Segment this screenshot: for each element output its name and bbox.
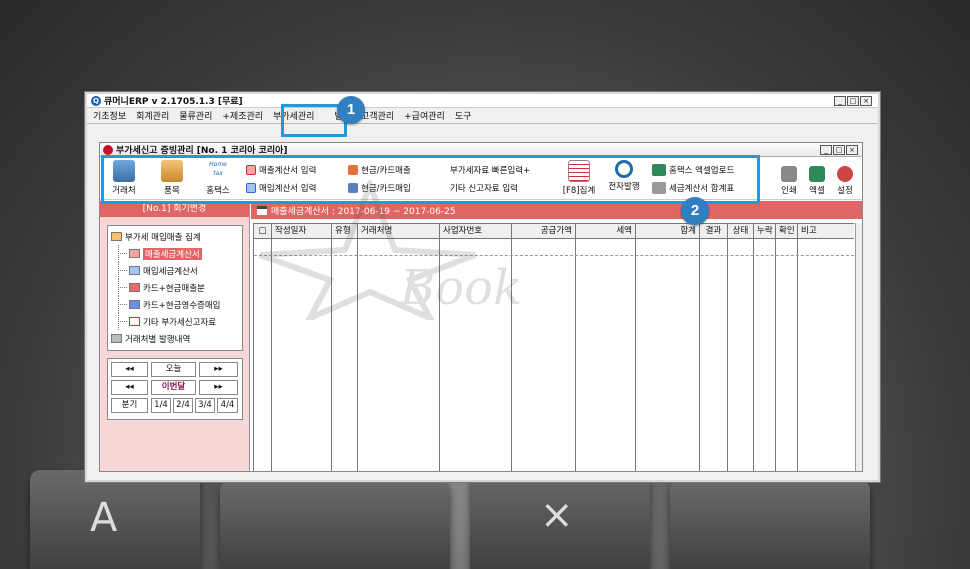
subwindow-icon — [103, 144, 113, 155]
prev-month-button[interactable]: ◂◂ — [111, 380, 148, 395]
prev-day-button[interactable]: ◂◂ — [111, 362, 148, 377]
column-header-total[interactable]: 합계 — [636, 224, 700, 238]
excel-button[interactable]: 엑셀 — [804, 160, 830, 196]
invoice-icon — [129, 266, 140, 275]
this-month-button[interactable]: 이번달 — [151, 380, 196, 395]
tree-item-issue-by-client[interactable]: 거래처별 발행내역 — [111, 330, 239, 347]
tree-item-sales-invoice[interactable]: 매출세금계산서 — [111, 245, 239, 262]
app-logo-icon: Q — [91, 95, 101, 106]
menu-payroll[interactable]: +급여관리 — [404, 109, 445, 122]
menu-basic-info[interactable]: 기초정보 — [93, 109, 126, 122]
background-key — [670, 480, 870, 569]
sub-maximize-button[interactable]: □ — [833, 145, 845, 155]
tree-item-other-vat-data[interactable]: 기타 부가세신고자료 — [111, 313, 239, 330]
step-marker-2: 2 — [681, 197, 709, 225]
maximize-button[interactable]: □ — [847, 96, 859, 106]
column-header-note[interactable]: 비고 — [798, 224, 854, 238]
sub-minimize-button[interactable]: _ — [820, 145, 832, 155]
tree-item-purchase-invoice[interactable]: 매입세금계산서 — [111, 262, 239, 279]
printer-icon — [781, 166, 797, 182]
quarter-2-button[interactable]: 2/4 — [173, 398, 193, 413]
card-icon — [129, 300, 140, 309]
card-icon — [129, 283, 140, 292]
client-icon — [111, 334, 122, 343]
tree-view: 부가세 매입매출 집계 매출세금계산서 매입세금계산서 카드+현금매출분 카드+… — [107, 225, 243, 351]
menu-logistics[interactable]: 물류관리 — [179, 109, 212, 122]
app-title: 큐머니ERP v 2.1705.1.3 [무료] — [104, 97, 243, 107]
background-key-x: × — [470, 470, 650, 569]
background-key-a: A — [30, 470, 200, 569]
tax-doc-icon — [129, 317, 140, 326]
background-key — [220, 480, 450, 569]
folder-icon — [111, 232, 122, 241]
quarter-label: 분기 — [111, 398, 148, 413]
menu-manufacturing[interactable]: +제조관리 — [222, 109, 263, 122]
tree-root[interactable]: 부가세 매입매출 집계 — [111, 228, 239, 245]
next-day-button[interactable]: ▸▸ — [199, 362, 238, 377]
sub-close-button[interactable]: × — [846, 145, 858, 155]
close-button[interactable]: × — [860, 96, 872, 106]
excel-icon — [809, 166, 825, 182]
column-header-supply-amount[interactable]: 공급가액 — [512, 224, 576, 238]
menu-customer[interactable]: 고객관리 — [361, 109, 394, 122]
quarter-1-button[interactable]: 1/4 — [151, 398, 171, 413]
column-header-confirm[interactable]: 확인 — [776, 224, 798, 238]
quarter-4-button[interactable]: 4/4 — [217, 398, 238, 413]
today-button[interactable]: 오늘 — [151, 362, 196, 377]
quarter-3-button[interactable]: 3/4 — [195, 398, 215, 413]
tree-item-card-cash-receipt-purchase[interactable]: 카드+현금영수증매입 — [111, 296, 239, 313]
column-header-missing[interactable]: 누락 — [754, 224, 776, 238]
invoice-icon — [129, 249, 140, 258]
settings-button[interactable]: 설정 — [832, 160, 858, 196]
column-header-tax[interactable]: 세액 — [576, 224, 636, 238]
column-header-result[interactable]: 결과 — [700, 224, 728, 238]
gear-icon — [837, 166, 853, 182]
app-titlebar: Q 큐머니ERP v 2.1705.1.3 [무료] _ □ × — [87, 94, 878, 108]
watermark-text: Book — [400, 260, 523, 316]
step-marker-1: 1 — [337, 96, 365, 124]
period-selector: ◂◂ 오늘 ▸▸ ◂◂ 이번달 ▸▸ 분기 1/4 2/4 3/4 4/4 — [107, 358, 243, 420]
vertical-scrollbar[interactable] — [855, 223, 862, 471]
sidebar: [No.1] 회기변경 부가세 매입매출 집계 매출세금계산서 매입세금계산서 … — [100, 201, 250, 471]
minimize-button[interactable]: _ — [834, 96, 846, 106]
tree-item-card-cash-sales[interactable]: 카드+현금매출분 — [111, 279, 239, 296]
column-header-status[interactable]: 상태 — [728, 224, 754, 238]
toolbar-highlight-box — [101, 155, 760, 204]
menubar: 기초정보 회계관리 물류관리 +제조관리 부가세관리 발주 고객관리 +급여관리… — [87, 108, 878, 124]
menu-accounting[interactable]: 회계관리 — [136, 109, 169, 122]
print-button[interactable]: 인쇄 — [776, 160, 802, 196]
menu-tools[interactable]: 도구 — [455, 109, 472, 122]
next-month-button[interactable]: ▸▸ — [199, 380, 238, 395]
